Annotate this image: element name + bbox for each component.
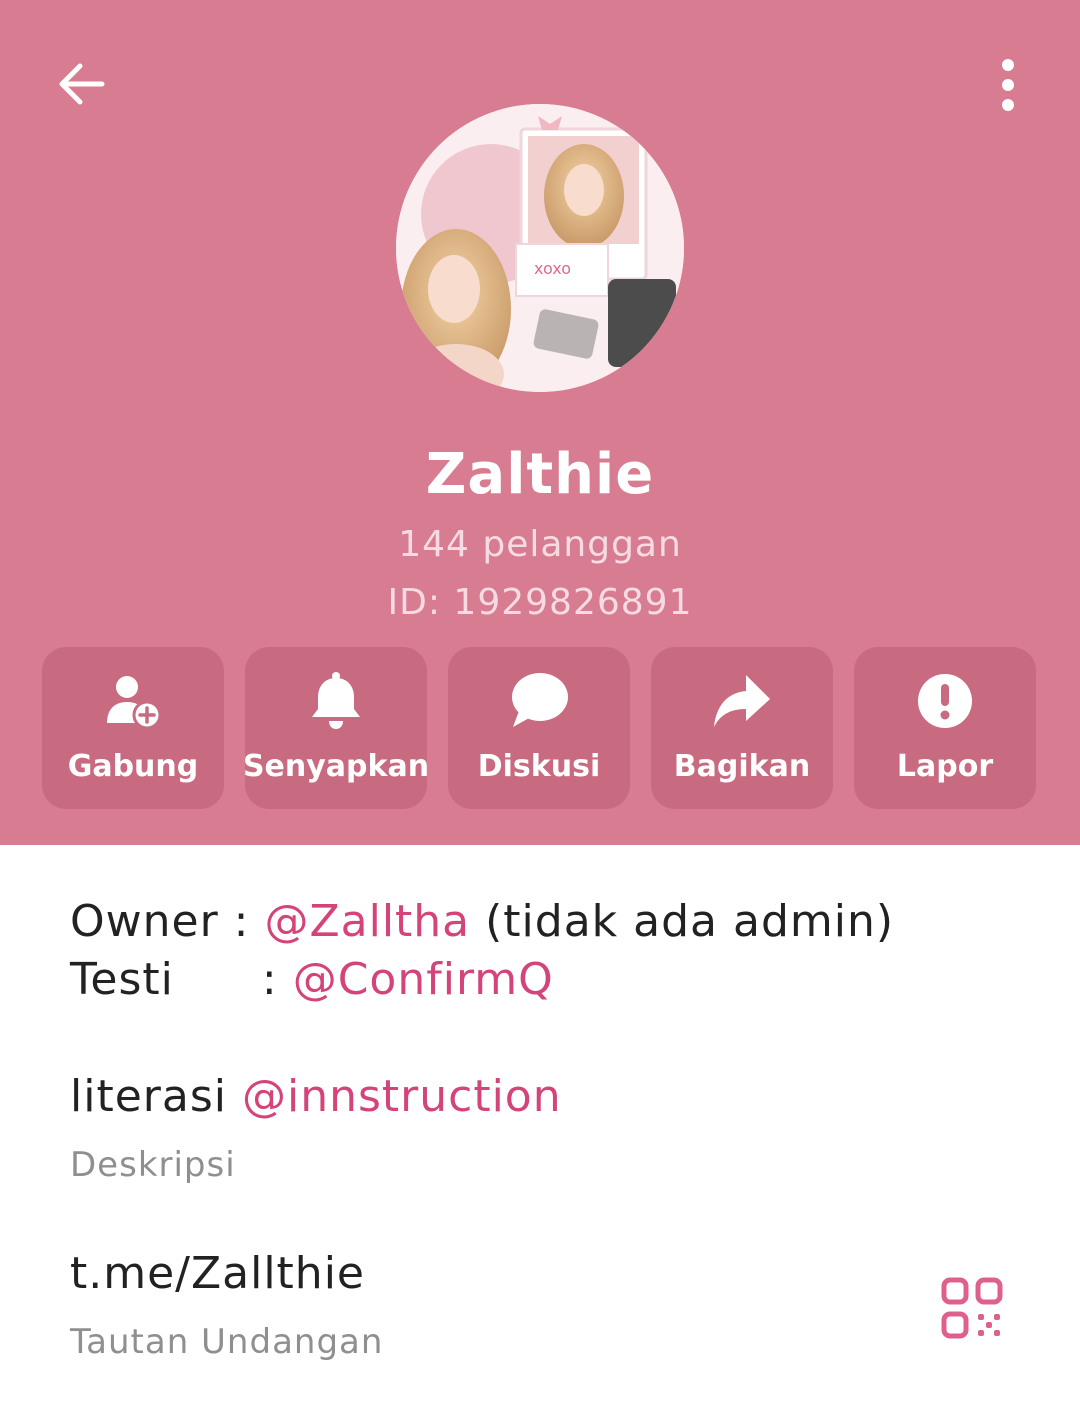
testi-label: Testi	[70, 954, 174, 1005]
channel-avatar[interactable]: xoxo	[396, 104, 684, 392]
owner-link[interactable]: @Zalltha	[264, 896, 470, 947]
add-user-icon	[107, 676, 162, 730]
channel-name: Zalthie	[425, 442, 655, 507]
literasi-label: literasi	[70, 1071, 227, 1122]
owner-label: Owner :	[70, 896, 250, 947]
channel-header: xoxo Zalthie 144 pelanggan ID: 192982689…	[0, 0, 1080, 845]
chat-bubble-icon	[512, 673, 568, 727]
action-buttons: Gabung Senyapkan Diskusi Bagikan Lapor	[42, 647, 1038, 809]
bell-icon	[312, 672, 360, 729]
testi-line: Testi : @ConfirmQ	[70, 954, 554, 1005]
owner-note: (tidak ada admin)	[485, 896, 895, 947]
testi-link[interactable]: @ConfirmQ	[293, 954, 554, 1005]
mute-label: Senyapkan	[242, 749, 430, 784]
subscriber-count: 144 pelanggan	[398, 524, 682, 565]
discussion-button[interactable]: Diskusi	[448, 647, 630, 809]
invite-caption: Tautan Undangan	[70, 1322, 384, 1362]
channel-id: ID: 1929826891	[387, 582, 693, 623]
join-button[interactable]: Gabung	[42, 647, 224, 809]
share-button[interactable]: Bagikan	[651, 647, 833, 809]
more-vertical-icon	[1002, 59, 1014, 111]
more-options-button[interactable]	[978, 50, 1038, 120]
literasi-link[interactable]: @innstruction	[242, 1071, 562, 1122]
mute-button[interactable]: Senyapkan	[242, 647, 430, 809]
description-caption: Deskripsi	[70, 1145, 236, 1185]
join-label: Gabung	[67, 749, 199, 784]
literasi-line: literasi @innstruction	[70, 1071, 562, 1122]
owner-line: Owner : @Zalltha (tidak ada admin)	[70, 896, 894, 947]
qr-code-icon	[941, 1277, 1003, 1339]
report-button[interactable]: Lapor	[854, 647, 1036, 809]
report-label: Lapor	[896, 749, 994, 784]
back-button[interactable]	[50, 52, 114, 116]
share-label: Bagikan	[673, 749, 811, 784]
avatar-image: xoxo	[396, 104, 684, 392]
alert-icon	[918, 674, 972, 728]
testi-colon: :	[261, 954, 278, 1005]
share-arrow-icon	[714, 675, 770, 727]
svg-text:xoxo: xoxo	[534, 259, 571, 278]
invite-link[interactable]: t.me/Zallthie	[70, 1248, 365, 1299]
arrow-left-icon	[59, 63, 105, 105]
qr-code-button[interactable]	[940, 1276, 1004, 1340]
discussion-label: Diskusi	[477, 749, 601, 784]
